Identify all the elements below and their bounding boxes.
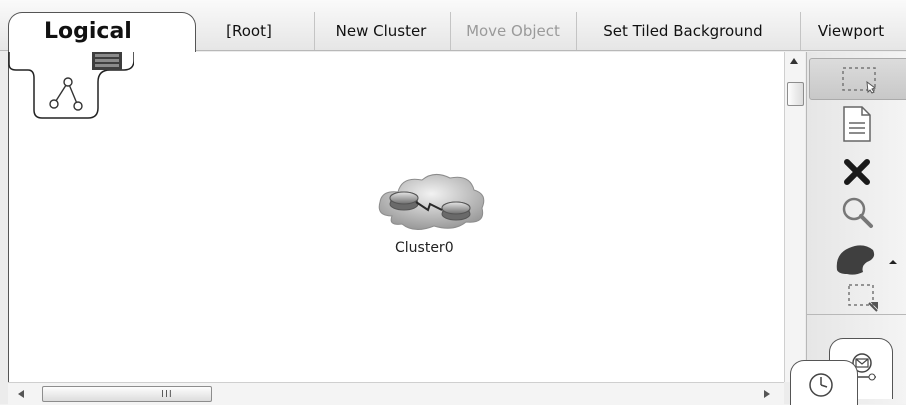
horizontal-scrollbar[interactable]: III	[8, 382, 784, 405]
dashed-select-icon	[842, 67, 877, 94]
realtime-mode-tab[interactable]	[790, 360, 858, 405]
draw-shape-tool-button[interactable]	[831, 238, 901, 278]
vertical-scroll-thumb[interactable]	[787, 82, 804, 106]
magnifier-icon	[842, 197, 873, 228]
shape-palette-icon	[836, 245, 897, 275]
vertical-scrollbar[interactable]	[784, 52, 805, 382]
scroll-grip: III	[161, 389, 173, 400]
new-cluster-button[interactable]: New Cluster	[314, 12, 447, 50]
scroll-left-icon[interactable]	[18, 390, 24, 398]
router-icon-right	[441, 201, 471, 221]
device-stack-icon	[92, 52, 122, 70]
cluster-label[interactable]: Cluster0	[395, 240, 475, 256]
move-object-button[interactable]: Move Object	[450, 12, 575, 50]
resize-select-icon	[848, 284, 878, 312]
toolbox-divider	[806, 314, 906, 315]
logical-tab[interactable]: Logical	[8, 12, 196, 53]
scroll-right-icon[interactable]	[764, 390, 770, 398]
router-icon-left	[389, 191, 419, 211]
delete-x-icon	[844, 159, 870, 185]
resize-shape-tool-button[interactable]	[843, 280, 883, 316]
delete-tool-button[interactable]	[839, 156, 875, 188]
cluster-cloud-icon[interactable]	[370, 168, 490, 238]
note-tool-button[interactable]	[837, 104, 877, 144]
clock-icon	[809, 373, 833, 397]
viewport-button[interactable]: Viewport	[800, 12, 901, 50]
logical-tab-label: Logical	[44, 19, 132, 44]
horizontal-scroll-thumb[interactable]: III	[42, 386, 212, 402]
inspect-tool-button[interactable]	[837, 192, 877, 232]
common-tools-bar	[806, 52, 906, 404]
logical-view-icon[interactable]	[8, 52, 134, 120]
workspace-toolbar: Logical [Root] New Cluster Move Object S…	[0, 0, 906, 53]
select-tool-button[interactable]	[809, 58, 906, 100]
scroll-up-icon[interactable]	[790, 58, 798, 64]
note-icon	[843, 106, 871, 142]
root-button[interactable]: [Root]	[196, 12, 302, 50]
set-tiled-background-button[interactable]: Set Tiled Background	[576, 12, 789, 50]
